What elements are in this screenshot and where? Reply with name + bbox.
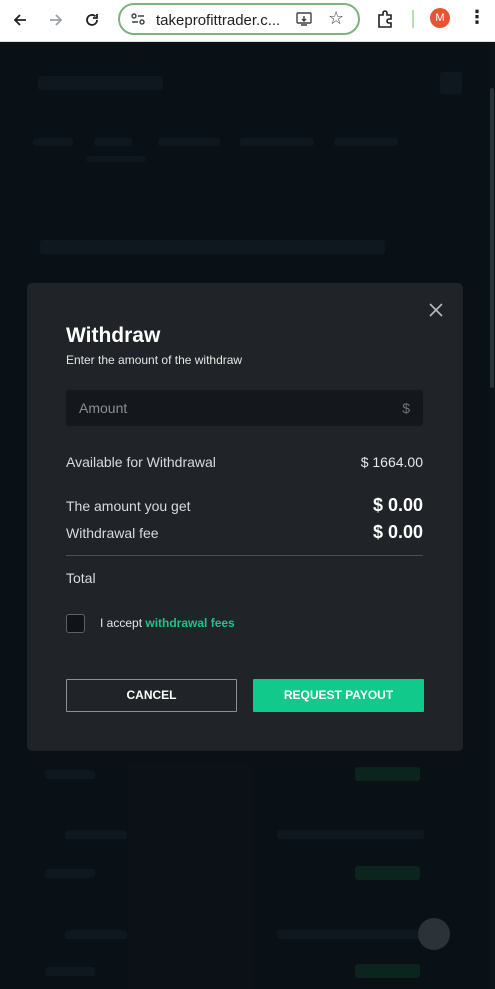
withdraw-dialog: Withdraw Enter the amount of the withdra… [27,283,463,751]
withdrawal-fees-link[interactable]: withdrawal fees [145,616,234,630]
floating-chat-button[interactable] [418,918,450,950]
available-value: $ 1664.00 [360,454,423,470]
request-payout-button[interactable]: REQUEST PAYOUT [253,679,424,712]
available-label: Available for Withdrawal [66,454,216,470]
site-settings-icon[interactable] [130,11,146,27]
divider [66,555,423,556]
install-app-icon[interactable] [295,10,313,28]
dialog-subtitle: Enter the amount of the withdraw [66,353,243,367]
close-icon[interactable] [427,301,445,319]
amount-you-get-value: $ 0.00 [372,495,423,515]
amount-field[interactable]: $ [66,390,423,426]
amount-you-get-label: The amount you get [66,498,191,514]
bookmark-star-icon[interactable]: ☆ [328,8,344,29]
total-label: Total [66,570,96,586]
browser-menu-icon[interactable]: ⋮ [468,7,486,28]
reload-icon[interactable] [80,8,104,32]
url-text: takeprofittrader.c... [156,12,281,29]
accept-prefix: I accept [100,616,146,630]
amount-input[interactable] [66,390,386,426]
cancel-button[interactable]: CANCEL [66,679,237,712]
scrollbar-thumb[interactable] [490,88,494,388]
toolbar-separator [412,10,414,28]
withdrawal-fee-value: $ 0.00 [372,522,423,542]
withdrawal-fee-label: Withdrawal fee [66,525,159,541]
dollar-icon: $ [402,400,410,416]
forward-icon[interactable] [44,8,68,32]
scrollbar[interactable] [489,42,495,989]
back-icon[interactable] [8,8,32,32]
browser-toolbar: takeprofittrader.c... ☆ M ⋮ [0,0,495,42]
accept-fees-text: I accept withdrawal fees [100,616,235,630]
address-bar[interactable]: takeprofittrader.c... ☆ [118,3,360,35]
profile-avatar[interactable]: M [430,8,450,28]
extensions-icon[interactable] [375,8,397,30]
dialog-title: Withdraw [66,324,161,347]
accept-fees-checkbox[interactable] [66,614,85,633]
